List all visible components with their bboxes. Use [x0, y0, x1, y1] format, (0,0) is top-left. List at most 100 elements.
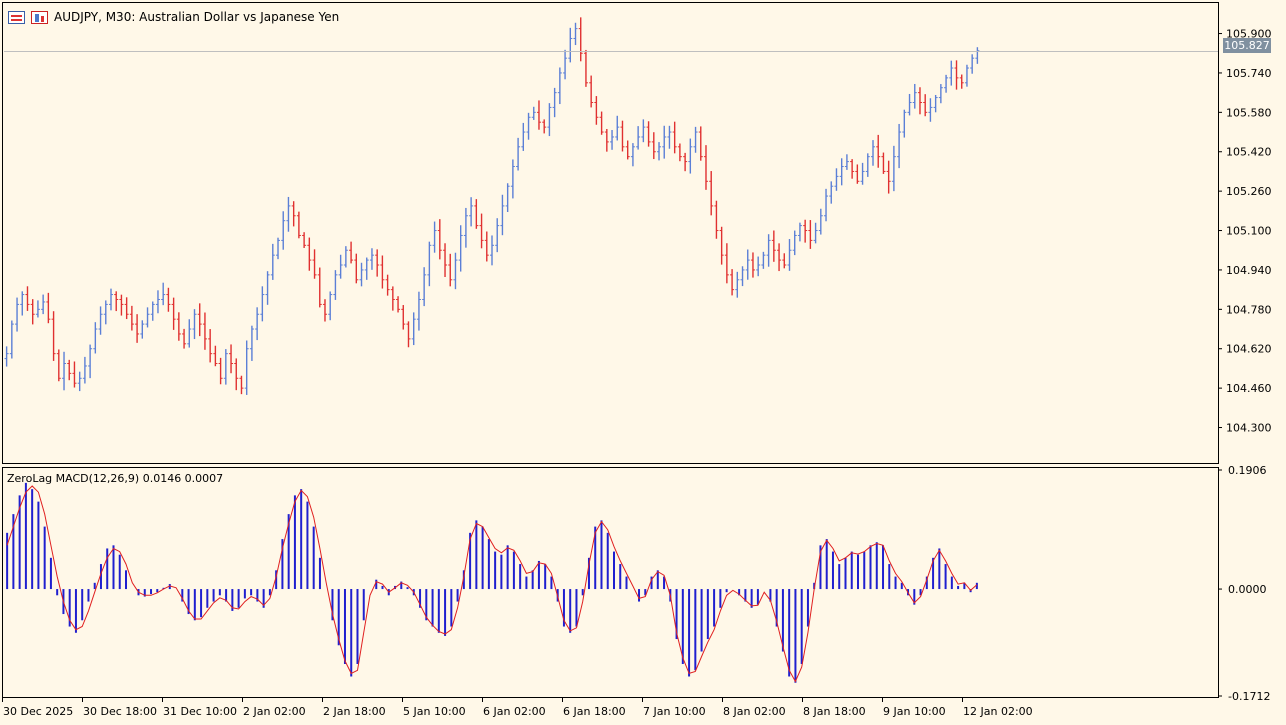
- price-bar: [735, 271, 740, 298]
- price-bar: [589, 75, 594, 108]
- price-bar: [72, 361, 77, 388]
- price-bar: [202, 312, 207, 350]
- price-bar: [766, 234, 771, 267]
- price-bar: [897, 123, 902, 169]
- price-bar: [354, 253, 359, 284]
- price-bar: [140, 320, 145, 339]
- xtick-label: 9 Jan 10:00: [883, 705, 946, 718]
- price-bar: [448, 253, 453, 287]
- price-bar: [484, 231, 489, 262]
- price-bar: [531, 106, 536, 120]
- price-bar: [229, 344, 234, 374]
- price-bar: [688, 138, 693, 174]
- price-bar: [427, 241, 432, 287]
- price-bar: [933, 94, 938, 113]
- chart-list-icon[interactable]: [8, 10, 25, 24]
- price-bar: [416, 291, 421, 331]
- xtick-label: 8 Jan 02:00: [723, 705, 786, 718]
- price-bar: [437, 219, 442, 260]
- price-bar: [150, 301, 155, 321]
- indicator-panel-frame: [2, 467, 1219, 698]
- price-bar: [359, 262, 364, 287]
- price-bar: [500, 194, 505, 236]
- price-bar: [662, 125, 667, 159]
- price-bar: [41, 294, 46, 315]
- price-bar: [432, 221, 437, 253]
- price-bar: [25, 286, 30, 311]
- price-bar: [578, 17, 583, 62]
- xtick-label: 7 Jan 10:00: [643, 705, 706, 718]
- price-bar: [182, 328, 187, 349]
- price-bar: [9, 320, 14, 359]
- price-bar: [709, 171, 714, 216]
- price-bar: [944, 74, 949, 93]
- price-bar: [797, 222, 802, 242]
- price-bar: [959, 74, 964, 89]
- price-bar: [406, 321, 411, 348]
- price-bar: [970, 54, 975, 74]
- price-ytick-label: 105.420: [1226, 146, 1272, 159]
- price-panel-frame: [2, 2, 1219, 464]
- price-bar: [975, 47, 980, 64]
- price-bar: [67, 359, 72, 381]
- macd-ytick-label: 0.1906: [1228, 464, 1267, 477]
- price-bar: [296, 211, 301, 239]
- price-bar: [777, 243, 782, 272]
- price-bar: [891, 145, 896, 192]
- xtick-label: 2 Jan 02:00: [243, 705, 306, 718]
- price-bar: [750, 252, 755, 278]
- price-bar: [15, 297, 20, 332]
- price-bar: [552, 87, 557, 118]
- price-bar: [56, 349, 61, 382]
- price-bar: [646, 121, 651, 147]
- xtick-label: 30 Dec 2025: [3, 705, 73, 718]
- price-bar: [469, 197, 474, 227]
- price-bar: [886, 160, 891, 194]
- xtick-label: 30 Dec 18:00: [83, 705, 157, 718]
- price-ytick-label: 105.580: [1226, 106, 1272, 119]
- price-bar: [88, 344, 93, 379]
- price-bar: [35, 300, 40, 318]
- price-bar: [458, 225, 463, 272]
- price-bar: [495, 218, 500, 253]
- price-bar: [923, 94, 928, 117]
- price-bar: [239, 375, 244, 395]
- price-bar: [745, 249, 750, 280]
- price-bar: [683, 152, 688, 172]
- price-bar: [312, 249, 317, 279]
- chart-canvas: 105.900105.740105.580105.420105.260105.1…: [2, 2, 1272, 718]
- price-bar: [672, 121, 677, 154]
- price-bar: [818, 208, 823, 235]
- price-bar: [521, 122, 526, 151]
- price-bar: [824, 188, 829, 222]
- price-bar: [860, 162, 865, 185]
- price-bar: [166, 287, 171, 312]
- price-bar: [46, 292, 51, 324]
- price-bar: [928, 98, 933, 122]
- price-bar: [510, 159, 515, 199]
- price-bar: [761, 251, 766, 269]
- price-bar: [536, 100, 541, 130]
- price-bar: [338, 254, 343, 279]
- price-bar: [103, 300, 108, 325]
- price-bar: [740, 266, 745, 287]
- price-ytick-label: 105.100: [1226, 225, 1272, 238]
- price-bar: [505, 183, 510, 213]
- chart-bars-icon[interactable]: [31, 10, 48, 24]
- price-bar: [124, 297, 129, 320]
- price-bar: [51, 311, 56, 361]
- price-ytick-label: 104.460: [1226, 382, 1272, 395]
- macd-ytick-label: 0.0000: [1228, 583, 1267, 596]
- price-bar: [108, 288, 113, 311]
- price-bar: [281, 211, 286, 250]
- price-bar: [516, 137, 521, 171]
- price-bar: [526, 112, 531, 140]
- price-bar: [234, 358, 239, 391]
- price-bar: [865, 153, 870, 177]
- price-bar: [364, 257, 369, 280]
- price-bar: [176, 312, 181, 341]
- price-bar: [98, 306, 103, 335]
- price-bar: [651, 132, 656, 160]
- price-bar: [307, 237, 312, 271]
- price-bar: [401, 305, 406, 330]
